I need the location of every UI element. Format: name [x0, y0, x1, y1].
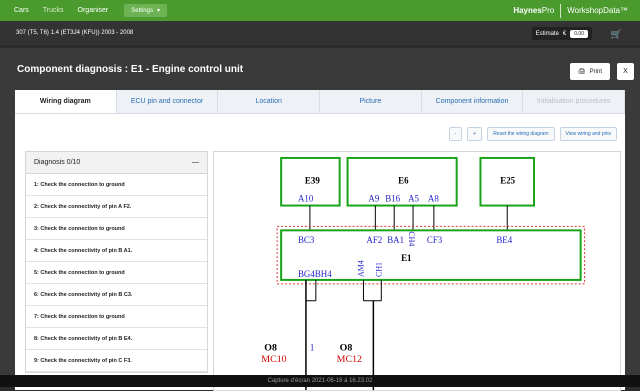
estimate-box[interactable]: Estimate € 0.00: [531, 27, 592, 40]
diagnosis-item[interactable]: 8: Check the connectivity of pin B E4.: [26, 328, 207, 350]
wiring-diagram[interactable]: E39 E6 E25 A10 A9 B16 A5 A8 BC3 AF2 BA1 …: [213, 151, 621, 391]
nav-trucks[interactable]: Trucks: [43, 7, 64, 14]
tab-component-information[interactable]: Component information: [422, 90, 524, 113]
pin-cf3: CF3: [427, 235, 443, 245]
estimate-currency: €: [562, 30, 567, 37]
tab-wiring-diagram[interactable]: Wiring diagram: [15, 90, 117, 113]
label-o8-right: O8: [340, 342, 353, 353]
label-e39: E39: [305, 176, 320, 186]
vehicle-title: 307 (T5, T6) 1.4 (ET3J4 (KFU)) 2003 - 20…: [16, 30, 134, 36]
top-nav: Cars Trucks Organiser Settings ▾ Haynes P…: [0, 0, 640, 21]
chevron-down-icon: ▾: [156, 8, 160, 14]
pin-a9: A9: [368, 194, 379, 204]
label-mc10: MC10: [261, 354, 286, 365]
label-mc12: MC12: [337, 354, 362, 365]
print-icon: 🖨: [578, 69, 586, 75]
pin-b16: B16: [385, 194, 400, 204]
nav-organiser[interactable]: Organiser: [78, 7, 109, 14]
label-e6: E6: [398, 176, 409, 186]
dialog-title: Component diagnosis : E1 - Engine contro…: [17, 63, 244, 75]
pin-am4: AM4: [356, 260, 365, 277]
brand-workshop: WorkshopData™: [567, 6, 628, 15]
close-button[interactable]: X: [617, 63, 634, 80]
diagnosis-item[interactable]: 2: Check the connectivity of pin A F2.: [26, 196, 207, 218]
diagnosis-item[interactable]: 5: Check the connection to ground: [26, 262, 207, 284]
tab-picture[interactable]: Picture: [320, 90, 422, 113]
diagnosis-list: Diagnosis 0/10 — 1: Check the connection…: [25, 151, 208, 373]
pin-a8: A8: [428, 194, 439, 204]
pin-bc3: BC3: [298, 235, 315, 245]
diagnosis-item[interactable]: 6: Check the connectivity of pin B C3.: [26, 284, 207, 306]
dialog-header: Component diagnosis : E1 - Engine contro…: [0, 48, 640, 90]
tab-location[interactable]: Location: [218, 90, 321, 113]
view-wiring-button[interactable]: View wiring and pins: [559, 127, 617, 141]
pin-a10: A10: [298, 194, 314, 204]
pin-ch4: CH4: [407, 231, 416, 246]
zoom-in-button[interactable]: +: [467, 127, 483, 141]
diagram-toolbar: - + Reset the wiring diagram View wiring…: [448, 127, 617, 141]
tab-initialisation: Initialisation procedures: [523, 90, 626, 113]
settings-dropdown[interactable]: Settings ▾: [124, 4, 167, 17]
pin-af2: AF2: [366, 235, 382, 245]
diagnosis-item[interactable]: 9: Check the connectivity of pin C F3.: [26, 350, 207, 372]
cart-icon[interactable]: 🛒: [611, 29, 622, 40]
diagnosis-item[interactable]: 4: Check the connectivity of pin B A1.: [26, 240, 207, 262]
zoom-out-button[interactable]: -: [448, 127, 463, 141]
print-label: Print: [589, 68, 602, 75]
screenshot-caption: Capture d'écran 2021-06-16 à 16.23.02: [0, 375, 640, 387]
brand-pro: Pro: [541, 6, 555, 15]
label-o8-left: O8: [264, 342, 277, 353]
label-e1: E1: [401, 253, 411, 263]
print-button[interactable]: 🖨 Print: [570, 63, 610, 80]
diagnosis-item[interactable]: 1: Check the connection to ground: [26, 174, 207, 196]
content-panel: Wiring diagram ECU pin and connector Loc…: [15, 90, 626, 391]
pin-bg4bh4: BG4BH4: [298, 269, 332, 279]
tab-bar: Wiring diagram ECU pin and connector Loc…: [15, 90, 626, 114]
diagnosis-item[interactable]: 3: Check the connection to ground: [26, 218, 207, 240]
estimate-value: 0.00: [570, 29, 588, 38]
pin-be4: BE4: [496, 235, 512, 245]
component-dialog: Component diagnosis : E1 - Engine contro…: [0, 48, 640, 391]
diagnosis-item[interactable]: 7: Check the connection to ground: [26, 306, 207, 328]
brand-divider: [560, 3, 562, 18]
pin-a5: A5: [408, 194, 419, 204]
estimate-label: Estimate: [535, 30, 559, 37]
tab-ecu-pin[interactable]: ECU pin and connector: [117, 90, 219, 113]
diagnosis-title: Diagnosis 0/10: [34, 159, 81, 166]
settings-label: Settings: [131, 7, 153, 14]
label-e25: E25: [500, 176, 515, 186]
nav-cars[interactable]: Cars: [14, 7, 29, 14]
diagnosis-header[interactable]: Diagnosis 0/10 —: [26, 152, 207, 174]
wire-label-1: 1: [310, 342, 314, 352]
pin-ba1: BA1: [387, 235, 404, 245]
reset-wiring-button[interactable]: Reset the wiring diagram: [487, 127, 555, 141]
collapse-icon[interactable]: —: [192, 159, 199, 166]
pin-ch1: CH1: [374, 262, 383, 277]
brand-logo: Haynes Pro WorkshopData™: [513, 0, 628, 21]
brand-haynes: Haynes: [513, 6, 542, 15]
